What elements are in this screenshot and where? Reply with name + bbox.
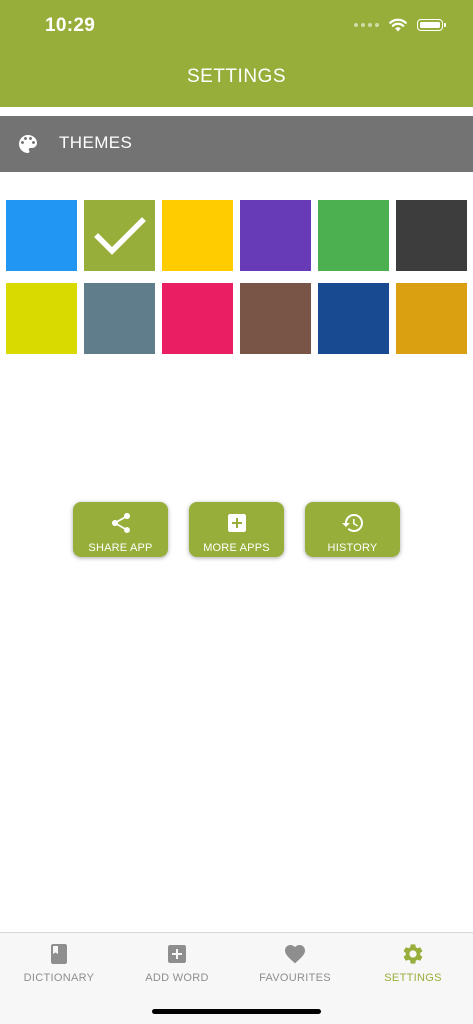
home-indicator [152, 1009, 321, 1014]
tab-add-word-label: ADD WORD [145, 972, 209, 984]
theme-swatch[interactable] [6, 283, 77, 354]
tab-dictionary-label: DICTIONARY [23, 972, 95, 984]
share-icon [111, 513, 130, 533]
history-label: HISTORY [327, 542, 378, 554]
add-box-icon [168, 945, 186, 963]
theme-swatch[interactable] [318, 200, 389, 271]
tab-settings-label: SETTINGS [384, 972, 442, 984]
cellular-signal-icon [354, 23, 379, 27]
theme-swatch[interactable] [318, 283, 389, 354]
palette-icon [19, 135, 37, 153]
tab-settings[interactable]: SETTINGS [354, 933, 472, 993]
tab-add-word[interactable]: ADD WORD [118, 933, 236, 993]
theme-swatch[interactable] [396, 283, 467, 354]
heart-icon [285, 945, 305, 964]
more-apps-button[interactable]: MORE APPS [189, 502, 284, 557]
page-title: SETTINGS [186, 66, 286, 87]
gear-icon [403, 944, 423, 964]
theme-swatch[interactable] [240, 200, 311, 271]
book-icon [51, 944, 67, 964]
theme-swatch[interactable] [162, 200, 233, 271]
tab-dictionary[interactable]: DICTIONARY [0, 933, 118, 993]
wifi-icon [389, 18, 407, 32]
theme-swatch[interactable] [84, 200, 155, 271]
theme-swatch[interactable] [162, 283, 233, 354]
history-button[interactable]: HISTORY [305, 502, 400, 557]
checkmark-icon [94, 217, 146, 255]
app-header: 10:29 SETTINGS [0, 0, 473, 107]
themes-section-header: THEMES [0, 116, 473, 172]
theme-swatch[interactable] [84, 283, 155, 354]
theme-swatch[interactable] [6, 200, 77, 271]
more-apps-label: MORE APPS [203, 542, 270, 554]
share-app-label: SHARE APP [88, 542, 153, 554]
share-app-button[interactable]: SHARE APP [73, 502, 168, 557]
theme-swatch[interactable] [240, 283, 311, 354]
section-title: THEMES [59, 133, 133, 152]
tab-favourites[interactable]: FAVOURITES [236, 933, 354, 993]
add-box-icon [227, 514, 246, 532]
theme-swatch[interactable] [396, 200, 467, 271]
tab-favourites-label: FAVOURITES [259, 972, 331, 984]
battery-icon [417, 19, 446, 31]
history-icon [341, 514, 363, 532]
status-indicators [354, 18, 446, 32]
status-time: 10:29 [45, 15, 96, 36]
